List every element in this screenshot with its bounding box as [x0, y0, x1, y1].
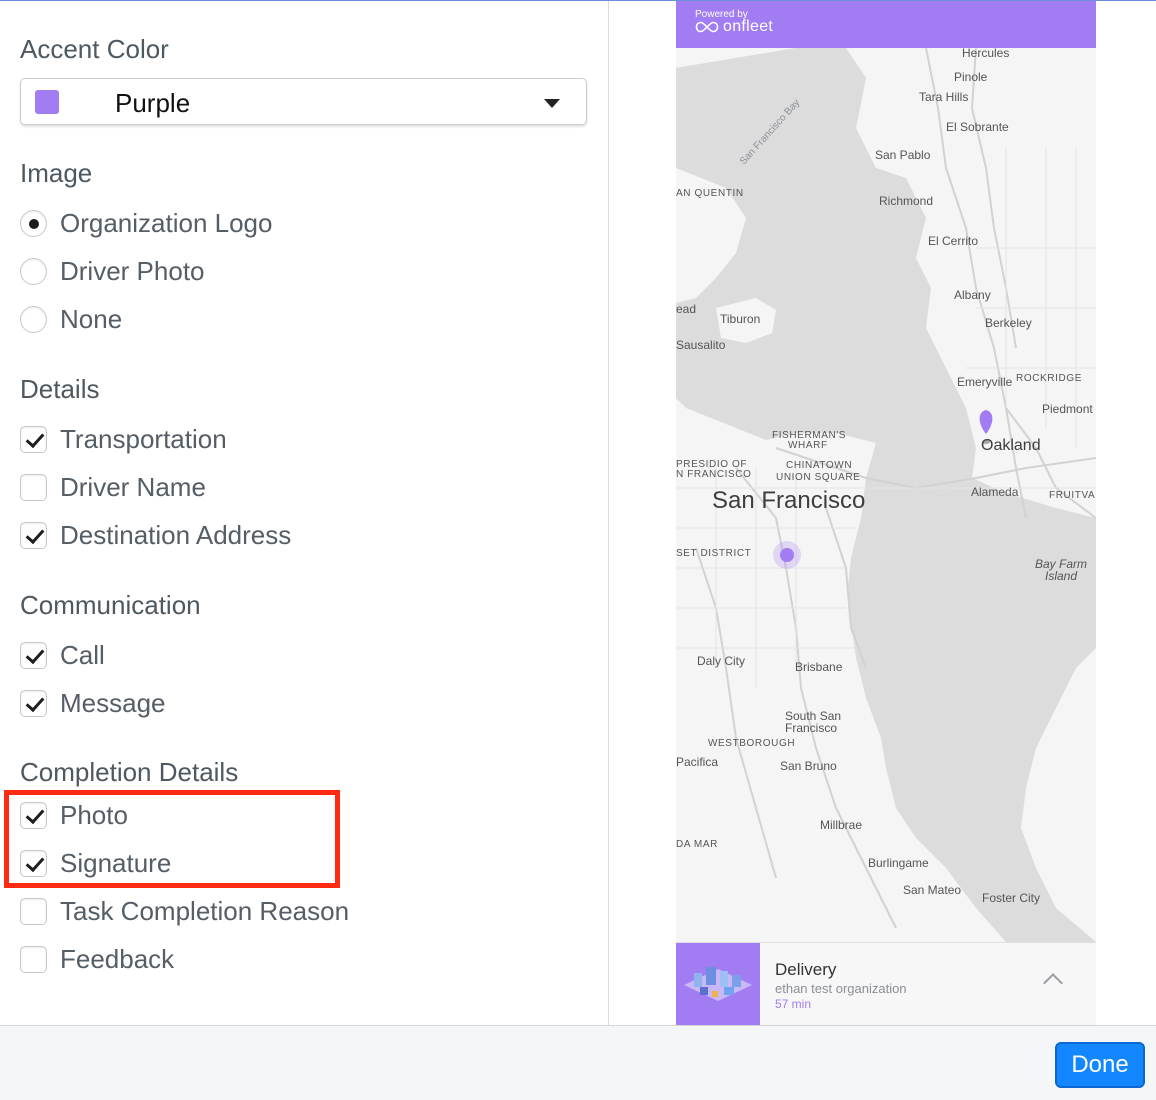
map-label: Richmond — [879, 194, 934, 208]
map-label: El Cerrito — [928, 234, 979, 248]
map-label: Sausalito — [676, 338, 726, 352]
map-label: WESTBOROUGH — [708, 738, 796, 749]
map-label: Tara Hills — [919, 90, 969, 104]
accent-color-select[interactable]: Purple — [20, 78, 587, 125]
checkbox-message[interactable]: Message — [20, 688, 166, 718]
brand-name: onfleet — [723, 18, 774, 35]
checkbox-call[interactable]: Call — [20, 640, 105, 670]
map-label: N FRANCISCO — [676, 469, 752, 480]
map-label: UNION SQUARE — [776, 472, 861, 483]
checkbox[interactable] — [20, 641, 47, 669]
radio-driver-photo[interactable]: Driver Photo — [20, 256, 205, 286]
map-label: San Francisco — [712, 487, 866, 514]
infinity-icon — [695, 21, 719, 33]
completion-details-heading: Completion Details — [20, 757, 239, 787]
organization-name: ethan test organization — [775, 981, 907, 996]
settings-panel: Accent Color Purple Image Organization L… — [0, 1, 609, 1025]
checkbox[interactable] — [20, 689, 47, 717]
map-label: DA MAR — [676, 839, 718, 850]
map-label: Albany — [954, 288, 991, 302]
map-label: Emeryville — [957, 375, 1013, 389]
radio-button[interactable] — [20, 305, 47, 333]
map-view[interactable]: Hercules Pinole Tara Hills El Sobrante S… — [676, 46, 1096, 942]
organization-logo-image — [676, 943, 760, 1025]
checkbox[interactable] — [20, 473, 47, 501]
accent-color-heading: Accent Color — [20, 34, 169, 64]
checkbox-label: Message — [60, 687, 166, 718]
map-label: AN QUENTIN — [676, 188, 744, 199]
map-label: Daly City — [697, 654, 746, 668]
map-label: ead — [676, 302, 697, 316]
checkbox[interactable] — [20, 897, 47, 925]
radio-none[interactable]: None — [20, 304, 122, 334]
map-label: Millbrae — [820, 818, 863, 832]
map-label: SET DISTRICT — [676, 548, 752, 559]
map-label: Pinole — [954, 70, 988, 84]
map-label: San Bruno — [780, 759, 837, 773]
map-label: Piedmont — [1042, 402, 1093, 416]
radio-button[interactable] — [20, 257, 47, 285]
map-label: Brisbane — [795, 660, 843, 674]
map-label: Alameda — [971, 485, 1019, 499]
radio-label: Driver Photo — [60, 255, 205, 286]
checkbox-label: Driver Name — [60, 471, 206, 502]
checkbox-label: Feedback — [60, 943, 175, 974]
map-label: Tiburon — [720, 312, 761, 326]
radio-organization-logo[interactable]: Organization Logo — [20, 208, 272, 238]
map-label: El Sobrante — [946, 120, 1009, 134]
map-label: Oakland — [981, 437, 1041, 454]
checkbox-label: Task Completion Reason — [60, 895, 350, 926]
color-swatch — [35, 90, 59, 114]
map-label: CHINATOWN — [786, 460, 853, 471]
checkbox-destination-address[interactable]: Destination Address — [20, 520, 291, 550]
communication-heading: Communication — [20, 590, 201, 620]
checkbox-feedback[interactable]: Feedback — [20, 944, 174, 974]
map-label: Foster City — [982, 891, 1041, 905]
map-label: San Pablo — [875, 148, 931, 162]
modal-footer: Done — [0, 1025, 1156, 1100]
chevron-down-icon — [544, 99, 560, 108]
map-label: FRUITVAL — [1049, 490, 1096, 501]
checkbox[interactable] — [20, 521, 47, 549]
image-heading: Image — [20, 158, 93, 188]
accent-color-value: Purple — [115, 88, 191, 118]
map-label: WHARF — [788, 440, 828, 451]
highlight-annotation — [4, 790, 340, 888]
map-label: Francisco — [785, 721, 838, 735]
radio-button[interactable] — [20, 209, 47, 237]
map-label: Pacifica — [676, 755, 719, 769]
eta-text: 57 min — [775, 997, 812, 1011]
preview-header: Powered by onfleet — [676, 1, 1096, 48]
checkbox-label: Transportation — [60, 423, 227, 454]
map-label: Burlingame — [868, 856, 929, 870]
radio-label: None — [60, 303, 123, 334]
card-title: Delivery — [775, 960, 837, 979]
map-label: Island — [1045, 569, 1078, 583]
checkbox[interactable] — [20, 425, 47, 453]
tracking-preview: Powered by onfleet Hercules Pinole Tara … — [676, 1, 1096, 1025]
map-label: Berkeley — [985, 316, 1032, 330]
city-illustration-icon — [684, 967, 752, 1001]
checkbox-driver-name[interactable]: Driver Name — [20, 472, 206, 502]
chevron-up-icon[interactable] — [1043, 973, 1063, 993]
map-label: ROCKRIDGE — [1016, 373, 1082, 384]
map-label: San Mateo — [903, 883, 962, 897]
checkbox-label: Destination Address — [60, 519, 292, 550]
checkbox[interactable] — [20, 945, 47, 973]
radio-label: Organization Logo — [60, 207, 273, 238]
delivery-card[interactable]: Delivery ethan test organization 57 min — [676, 942, 1096, 1025]
checkbox-transportation[interactable]: Transportation — [20, 424, 227, 454]
checkbox-label: Call — [60, 639, 105, 670]
onfleet-logo: onfleet — [695, 18, 773, 36]
details-heading: Details — [20, 374, 100, 404]
done-button[interactable]: Done — [1055, 1042, 1145, 1088]
checkbox-task-completion-reason[interactable]: Task Completion Reason — [20, 896, 349, 926]
map-label: Hercules — [962, 46, 1010, 60]
